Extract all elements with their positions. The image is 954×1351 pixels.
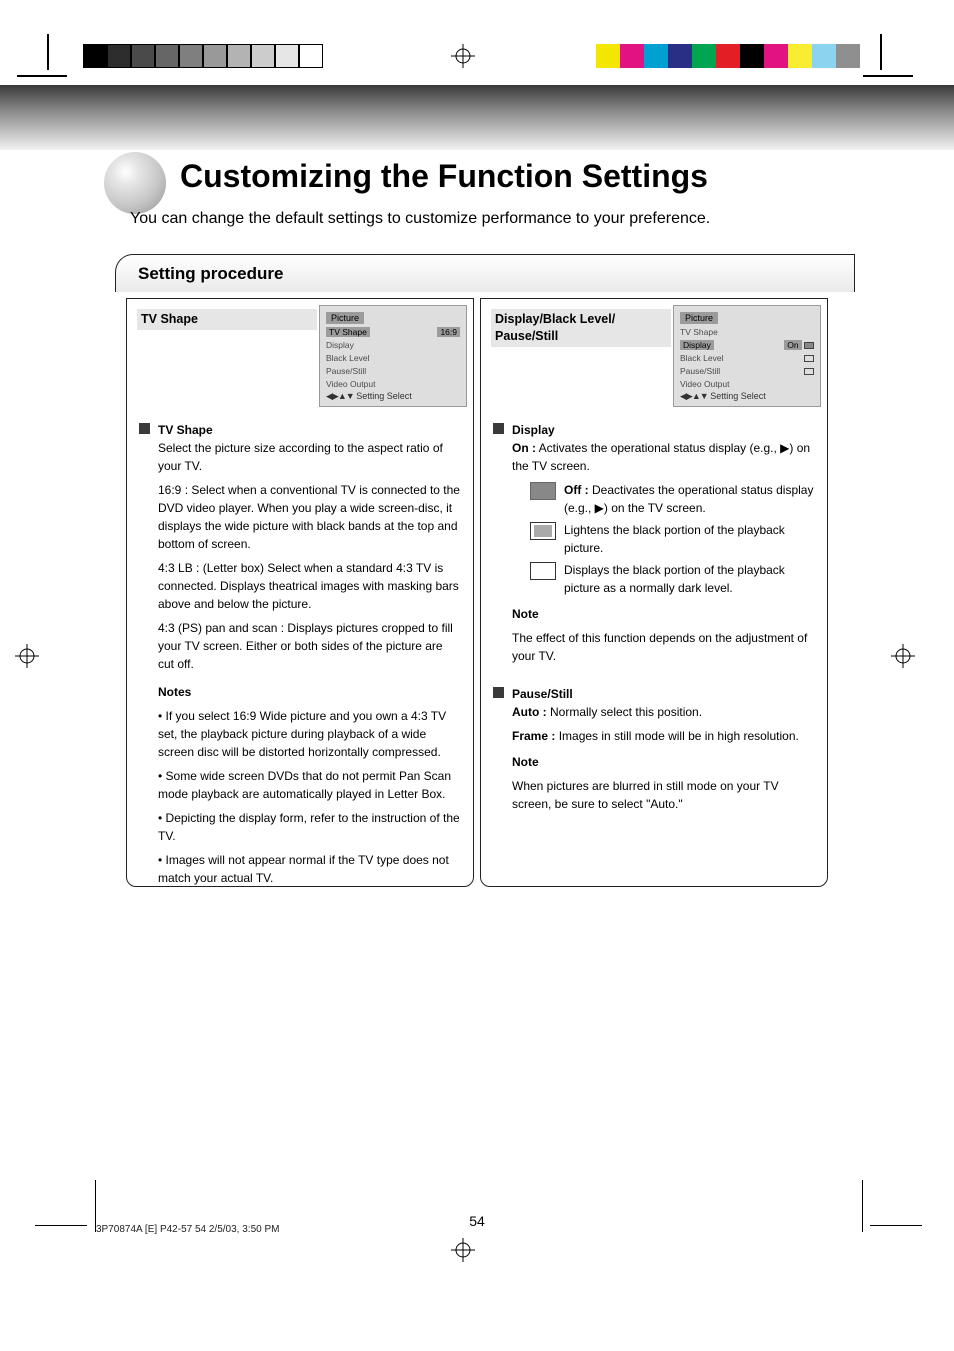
menu-value: 16:9 [437, 327, 460, 337]
crop-mark [17, 75, 67, 77]
menu-item: Video Output [326, 379, 375, 389]
body-text: 4:3 LB : (Letter box) Select when a stan… [158, 559, 461, 613]
body-text: When pictures are blurred in still mode … [512, 777, 815, 813]
body-text: Normally select this position. [550, 705, 702, 719]
menu-screenshot: Picture TV Shape Display On Black Level P… [673, 305, 821, 407]
crop-mark [880, 34, 882, 70]
notes-heading: Notes [158, 685, 191, 699]
menu-item: Pause/Still [326, 366, 366, 376]
tv-shape-icon [530, 482, 556, 500]
opt-label: Auto : [512, 705, 547, 719]
section-tab: Setting procedure [115, 254, 855, 292]
notes-heading: Note [512, 755, 539, 769]
tv-shape-icon [530, 522, 556, 540]
page-subtitle: You can change the default settings to c… [130, 210, 710, 228]
crop-mark [47, 34, 49, 70]
panel-heading: Display/Black Level/ Pause/Still [491, 309, 671, 347]
panel-heading: TV Shape [137, 309, 317, 330]
opt-label: Off : [564, 483, 589, 497]
body-text: • Images will not appear normal if the T… [158, 851, 461, 887]
registration-mark-icon [15, 644, 39, 668]
item-label: TV Shape [158, 423, 213, 437]
menu-item: Black Level [326, 353, 369, 363]
panel-tv-shape: TV Shape Picture TV Shape 16:9 Display Bl… [126, 298, 474, 887]
registration-mark-icon [891, 644, 915, 668]
item-label: Display [512, 423, 555, 437]
square-bullet-icon [139, 423, 150, 434]
panel-body: TV Shape Select the picture size accordi… [139, 421, 461, 893]
body-text: The effect of this function depends on t… [512, 629, 815, 665]
menu-title: Picture [326, 312, 364, 324]
body-text: Lightens the black portion of the playba… [564, 523, 785, 555]
registration-mark-icon [451, 44, 475, 68]
menu-item: TV Shape [326, 327, 370, 337]
menu-title: Picture [680, 312, 718, 324]
menu-nav-hint: ◀▶▲▼ Setting Select [326, 391, 412, 402]
body-text: • Depicting the display form, refer to t… [158, 809, 461, 845]
page-title: Customizing the Function Settings [180, 158, 708, 195]
menu-item: Black Level [680, 353, 723, 363]
square-bullet-icon [493, 423, 504, 434]
menu-nav-hint: ◀▶▲▼ Setting Select [680, 391, 766, 402]
body-text: Images in still mode will be in high res… [559, 729, 799, 743]
bullet-sphere-icon [104, 152, 166, 214]
menu-value: On [784, 340, 801, 350]
header-gradient [0, 85, 954, 150]
opt-label: Frame : [512, 729, 555, 743]
menu-screenshot: Picture TV Shape 16:9 Display Black Level… [319, 305, 467, 407]
menu-item: Display [326, 340, 354, 350]
select-box-icon [804, 368, 814, 375]
body-text: • If you select 16:9 Wide picture and yo… [158, 707, 461, 761]
body-text: Displays the black portion of the playba… [564, 563, 785, 595]
select-box-icon [804, 355, 814, 362]
opt-label: On : [512, 441, 536, 455]
crop-mark [863, 75, 913, 77]
body-text: Deactivates the operational status displ… [564, 483, 813, 515]
body-text: • Some wide screen DVDs that do not perm… [158, 767, 461, 803]
item-label: Pause/Still [512, 687, 573, 701]
registration-mark-icon [451, 1238, 475, 1262]
tv-shape-icon [530, 562, 556, 580]
body-text: 4:3 (PS) pan and scan : Displays picture… [158, 619, 461, 673]
panel-body: Display On : Activates the operational s… [493, 421, 815, 819]
menu-item: TV Shape [680, 327, 718, 337]
menu-item: Display [680, 340, 714, 350]
menu-item: Pause/Still [680, 366, 720, 376]
panel-display: Display/Black Level/ Pause/Still Picture… [480, 298, 828, 887]
color-swatches [596, 44, 860, 68]
grayscale-swatches [83, 44, 323, 68]
body-text: Select the picture size according to the… [158, 439, 461, 475]
body-text: 16:9 : Select when a conventional TV is … [158, 481, 461, 553]
select-box-icon [804, 342, 814, 349]
menu-item: Video Output [680, 379, 729, 389]
square-bullet-icon [493, 687, 504, 698]
body-text: Activates the operational status display… [512, 441, 810, 473]
notes-heading: Note [512, 607, 539, 621]
footer-line: 3P70874A [E] P42-57 54 2/5/03, 3:50 PM [96, 1224, 279, 1235]
